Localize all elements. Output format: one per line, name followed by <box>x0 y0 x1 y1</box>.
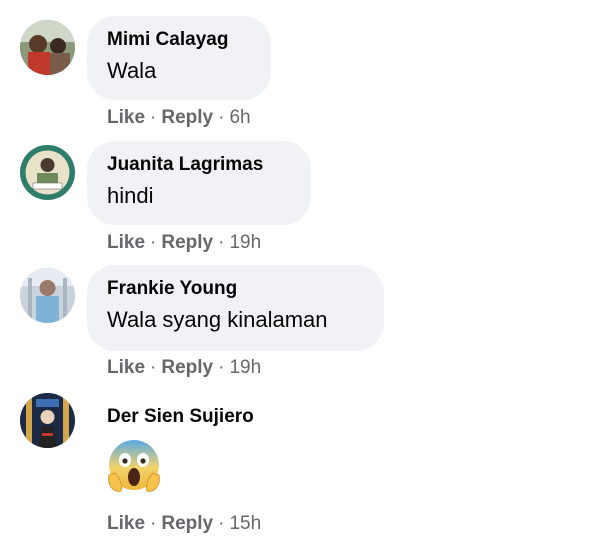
avatar[interactable] <box>20 268 75 323</box>
comment-timestamp[interactable]: 19h <box>229 232 261 253</box>
comment-actions: Like · Reply · 15h <box>107 512 261 536</box>
previous-comment-actions-partial: · · · <box>106 0 146 8</box>
separator-dot: · <box>150 513 157 534</box>
comment-timestamp[interactable]: 6h <box>229 107 250 128</box>
avatar[interactable] <box>20 20 75 75</box>
separator-dot: · <box>218 232 225 253</box>
like-button[interactable]: Like <box>107 357 145 378</box>
comment-author[interactable]: Juanita Lagrimas <box>107 153 291 177</box>
comment-text: hindi <box>107 183 154 208</box>
reply-button[interactable]: Reply <box>161 513 213 534</box>
avatar[interactable] <box>20 393 75 448</box>
separator-dot: · <box>218 107 225 128</box>
comment-bubble: Juanita Lagrimas hindi <box>87 141 311 225</box>
like-button[interactable]: Like <box>107 513 145 534</box>
separator-dot: · <box>150 357 157 378</box>
comment-bubble: Frankie Young Wala syang kinalaman <box>87 265 384 351</box>
avatar[interactable] <box>20 145 75 200</box>
reply-button[interactable]: Reply <box>161 107 213 128</box>
comment-actions: Like · Reply · 19h <box>107 231 261 255</box>
comment-author[interactable]: Frankie Young <box>107 277 364 301</box>
comment-actions: Like · Reply · 19h <box>107 356 261 380</box>
like-button[interactable]: Like <box>107 107 145 128</box>
comments-thread: · · · Mimi Calayag Wala Like·Reply·6h <box>0 0 600 546</box>
face-screaming-in-fear-icon <box>105 437 163 495</box>
separator-dot: · <box>150 232 157 253</box>
comment-author[interactable]: Der Sien Sujiero <box>107 405 254 429</box>
comment-text: Wala syang kinalaman <box>107 307 328 332</box>
comment-timestamp[interactable]: 15h <box>229 513 261 534</box>
comment-bubble: Mimi Calayag Wala <box>87 16 271 100</box>
reply-button[interactable]: Reply <box>161 232 213 253</box>
reply-button[interactable]: Reply <box>161 357 213 378</box>
like-button[interactable]: Like <box>107 232 145 253</box>
separator-dot: · <box>218 513 225 534</box>
comment-author[interactable]: Mimi Calayag <box>107 28 251 52</box>
comment-actions: Like · Reply · 6h <box>107 106 251 130</box>
comment-text: Wala <box>107 58 157 83</box>
separator-dot: · <box>218 357 225 378</box>
comment-timestamp[interactable]: 19h <box>229 357 261 378</box>
separator-dot: · <box>150 107 157 128</box>
